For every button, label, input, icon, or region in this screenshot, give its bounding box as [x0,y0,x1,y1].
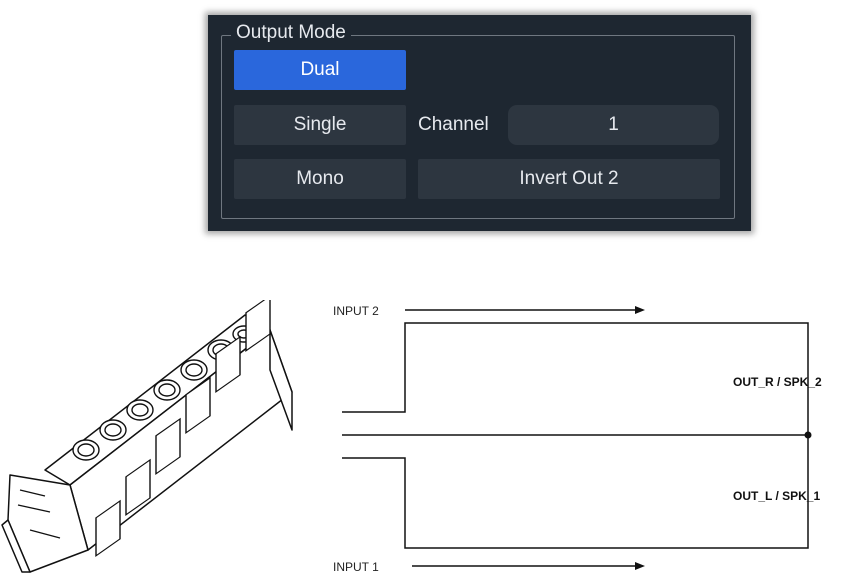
terminal-block-illustration [1,300,293,573]
single-mode-button[interactable]: Single [234,105,406,145]
out-l-spk-1-label: OUT_L / SPK_1 [733,489,821,503]
input-2-label: INPUT 2 [333,304,379,318]
dual-mode-button[interactable]: Dual [234,50,406,90]
output-mode-title: Output Mode [231,22,351,44]
invert-out-2-button[interactable]: Invert Out 2 [418,159,720,199]
mono-mode-button[interactable]: Mono [234,159,406,199]
input-1-label: INPUT 1 [333,560,379,574]
output-mode-panel: Output Mode Dual Single Channel 1 Mono I… [208,15,751,231]
junction-dot [804,431,812,439]
out-r-spk-2-label: OUT_R / SPK_2 [733,375,822,389]
channel-label: Channel [418,114,489,135]
channel-field[interactable]: 1 [508,105,719,145]
wiring-diagram [342,306,812,570]
